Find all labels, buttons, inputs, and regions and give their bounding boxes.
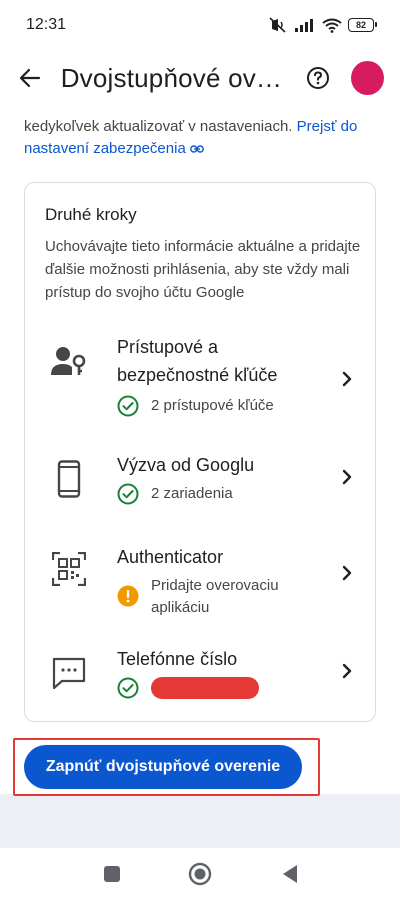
wifi-icon: [322, 18, 342, 33]
intro-text: kedykoľvek aktualizovať v nastaveniach. …: [24, 116, 380, 160]
qr-code-icon: [51, 551, 87, 587]
check-circle-icon: [117, 395, 139, 417]
list-item-google-prompt[interactable]: Výzva od Googlu 2 zariadenia: [25, 451, 375, 511]
link-icon: [190, 145, 204, 153]
page-title: Dvojstupňové ov…: [60, 62, 283, 93]
system-nav-bar: [0, 848, 400, 900]
bottom-band: [0, 794, 400, 848]
phone-icon: [51, 460, 87, 498]
signal-icon: [295, 19, 313, 32]
chevron-right-icon: [337, 661, 357, 681]
status-text: 2 prístupové kľúče: [151, 397, 274, 414]
arrow-back-icon: [20, 68, 41, 88]
sms-icon: [51, 655, 87, 691]
status-text: 2 zariadenia: [151, 485, 233, 502]
row-status: Pridajte overovaciu aplikáciu: [117, 575, 327, 619]
circle-icon: [188, 862, 212, 886]
redacted-phone-number: [151, 677, 259, 699]
back-nav-button[interactable]: [278, 862, 302, 886]
list-item-phone-number[interactable]: Telefónne číslo: [25, 645, 375, 705]
recents-button[interactable]: [100, 862, 124, 886]
app-bar: Dvojstupňové ov…: [0, 50, 400, 106]
triangle-back-icon: [283, 865, 297, 883]
help-button[interactable]: [305, 64, 332, 92]
chevron-right-icon: [337, 563, 357, 583]
row-title: Výzva od Googlu: [117, 455, 255, 475]
intro-body: kedykoľvek aktualizovať v nastaveniach.: [24, 118, 293, 135]
row-status: 2 prístupové kľúče: [117, 395, 327, 417]
row-text: Prístupové a bezpečnostné kľúče 2 prístu…: [117, 333, 327, 417]
check-circle-icon: [117, 483, 139, 505]
row-title: Prístupové a bezpečnostné kľúče: [117, 337, 278, 385]
chevron-right-icon: [337, 467, 357, 487]
check-circle-icon: [117, 677, 139, 699]
home-button[interactable]: [188, 862, 212, 886]
row-text: Authenticator Pridajte overovaciu apliká…: [117, 543, 327, 619]
square-icon: [104, 866, 120, 882]
list-item-authenticator[interactable]: Authenticator Pridajte overovaciu apliká…: [25, 543, 375, 617]
content-area[interactable]: kedykoľvek aktualizovať v nastaveniach. …: [0, 112, 400, 794]
passkey-icon: [51, 343, 87, 379]
second-steps-card: Druhé kroky Uchovávajte tieto informácie…: [24, 182, 376, 722]
avatar[interactable]: [351, 61, 384, 95]
chevron-right-icon: [337, 369, 357, 389]
status-icons: 82: [268, 17, 377, 33]
list-item-passkeys[interactable]: Prístupové a bezpečnostné kľúče 2 prístu…: [25, 333, 375, 421]
status-bar: 12:31 82: [0, 0, 400, 50]
card-title: Druhé kroky: [45, 205, 137, 224]
row-status: 2 zariadenia: [117, 483, 327, 505]
row-title: Telefónne číslo: [117, 649, 238, 669]
card-description: Uchovávajte tieto informácie aktuálne a …: [45, 238, 361, 301]
battery-icon: 82: [348, 18, 377, 32]
back-button[interactable]: [16, 63, 45, 93]
status-time: 12:31: [26, 16, 67, 33]
warning-icon: [117, 585, 139, 607]
battery-level: 82: [355, 20, 366, 30]
mute-vibrate-icon: [269, 17, 286, 33]
row-title: Authenticator: [117, 547, 224, 567]
row-status: [117, 677, 327, 699]
row-text: Telefónne číslo: [117, 645, 327, 699]
row-text: Výzva od Googlu 2 zariadenia: [117, 451, 327, 505]
turn-on-2sv-button[interactable]: Zapnúť dvojstupňové overenie: [24, 745, 302, 789]
status-text: Pridajte overovaciu aplikáciu: [151, 577, 279, 616]
help-icon: [307, 67, 330, 89]
